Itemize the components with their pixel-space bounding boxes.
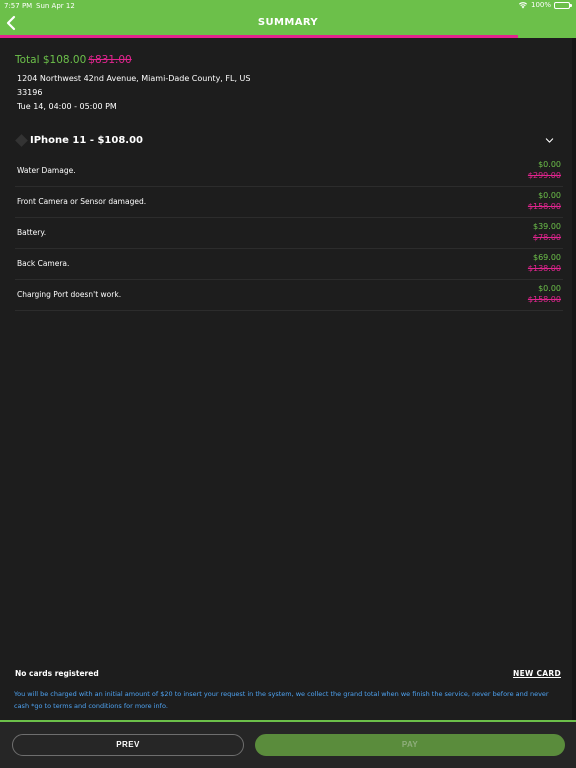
device-diamond-icon (15, 134, 28, 147)
address-line-1: 1204 Northwest 42nd Avenue, Miami-Dade C… (17, 74, 251, 83)
list-item: Water Damage. $0.00 $299.00 (15, 156, 563, 187)
total-old: $831.00 (88, 54, 132, 66)
page-title: SUMMARY (257, 17, 319, 28)
price-now: $69.00 (533, 253, 561, 262)
order-total: Total $108.00 $831.00 (15, 54, 132, 66)
price-old: $158.00 (527, 202, 561, 211)
address-line-2: 33196 (17, 88, 43, 97)
item-label: Battery. (17, 228, 47, 237)
appointment-time: Tue 14, 04:00 - 05:00 PM (17, 102, 117, 111)
price-now: $0.00 (538, 284, 561, 293)
list-item: Front Camera or Sensor damaged. $0.00 $1… (15, 187, 563, 218)
item-label: Back Camera. (17, 259, 70, 268)
no-cards-text: No cards registered (15, 669, 99, 678)
price-old: $158.00 (527, 295, 561, 304)
device-accordion[interactable]: IPhone 11 - $108.00 (15, 134, 562, 148)
item-label: Front Camera or Sensor damaged. (17, 197, 147, 206)
item-label: Charging Port doesn't work. (17, 290, 122, 299)
item-price: $69.00 $138.00 (528, 252, 561, 274)
list-item: Back Camera. $69.00 $138.00 (15, 249, 563, 280)
total-label: Total (15, 54, 40, 66)
status-date: Sun Apr 12 (36, 2, 75, 10)
status-bar: 7:57 PM Sun Apr 12 100% (0, 0, 576, 12)
list-item: Charging Port doesn't work. $0.00 $158.0… (15, 280, 563, 311)
prev-button[interactable]: PREV (12, 734, 244, 756)
item-price: $39.00 $78.00 (533, 221, 561, 243)
device-name: IPhone 11 - $108.00 (30, 135, 143, 146)
item-price: $0.00 $299.00 (528, 159, 561, 181)
price-old: $299.00 (527, 171, 561, 180)
pay-button[interactable]: PAY (255, 734, 565, 756)
price-now: $0.00 (538, 191, 561, 200)
new-card-link[interactable]: NEW CARD (513, 669, 561, 678)
panel-edge (572, 38, 576, 722)
status-time: 7:57 PM (4, 2, 33, 10)
price-now: $39.00 (533, 222, 561, 231)
item-price: $0.00 $158.00 (528, 283, 561, 305)
battery-text: 100% (530, 1, 551, 9)
repair-items-list: Water Damage. $0.00 $299.00 Front Camera… (15, 156, 563, 311)
payment-notice: You will be charged with an initial amou… (14, 690, 549, 710)
wifi-icon (518, 2, 527, 9)
item-price: $0.00 $158.00 (528, 190, 561, 212)
total-now: $108.00 (42, 54, 87, 66)
battery-icon (554, 1, 572, 9)
price-old: $78.00 (533, 233, 561, 242)
chevron-down-icon[interactable] (545, 136, 554, 145)
status-right: 100% (518, 1, 572, 9)
list-item: Battery. $39.00 $78.00 (15, 218, 563, 249)
item-label: Water Damage. (17, 166, 76, 175)
progress-fill (0, 35, 519, 38)
price-old: $138.00 (527, 264, 561, 273)
price-now: $0.00 (538, 160, 561, 169)
